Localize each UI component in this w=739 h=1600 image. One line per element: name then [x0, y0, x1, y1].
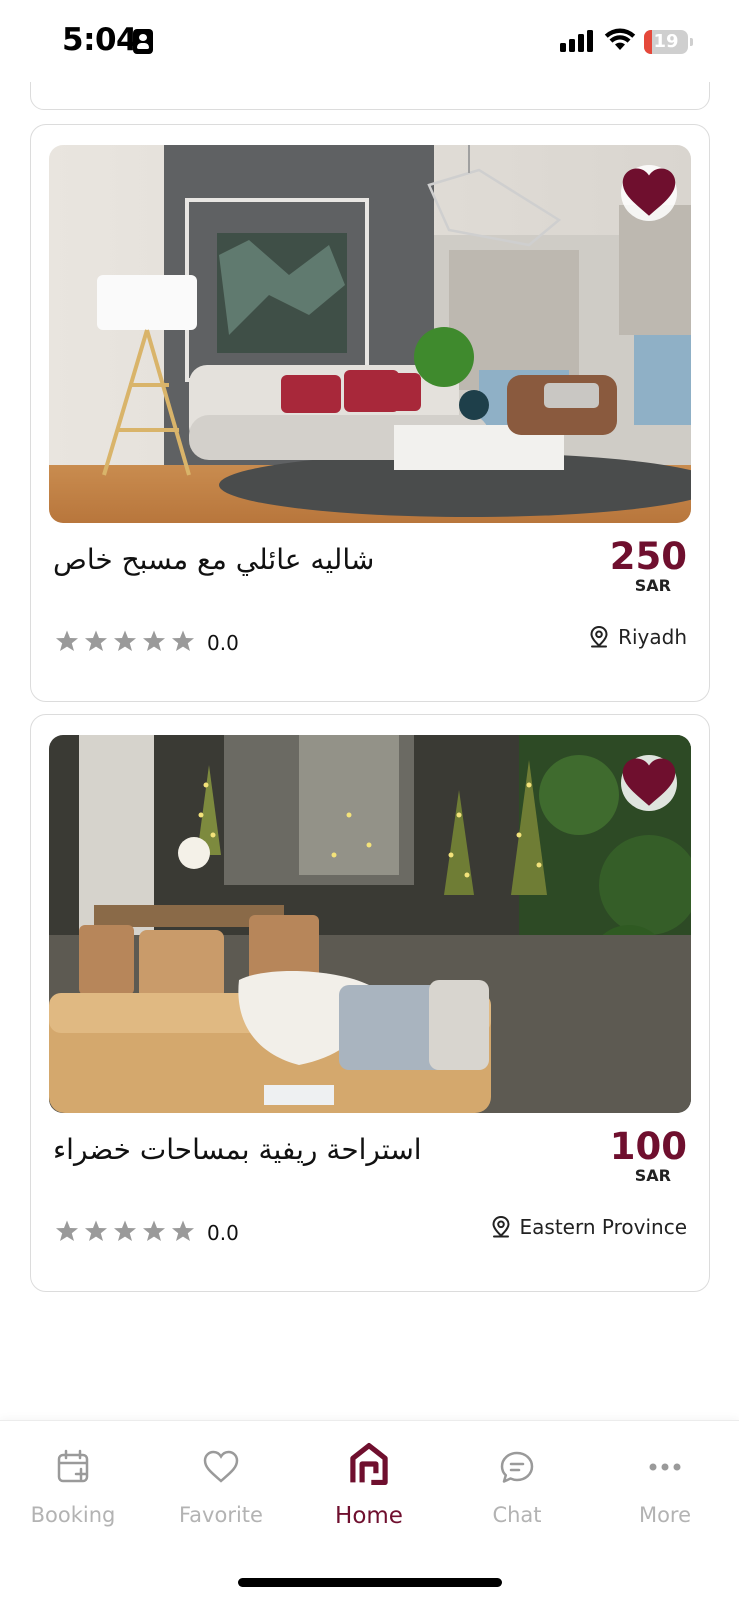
favorite-button[interactable]	[621, 165, 677, 221]
nav-item-chat[interactable]: Chat	[457, 1447, 577, 1527]
battery-level: 19	[653, 31, 679, 52]
price-amount: 100	[609, 1125, 687, 1168]
price-currency: SAR	[634, 1166, 671, 1185]
price-amount: 250	[609, 535, 687, 578]
star-icon	[172, 1220, 194, 1241]
favorite-button[interactable]	[621, 755, 677, 811]
nav-item-favorite[interactable]: Favorite	[161, 1447, 281, 1527]
listing-price: 250 SAR	[567, 535, 687, 596]
status-bar: 5:04 19	[0, 0, 739, 82]
nav-item-booking[interactable]: Booking	[13, 1447, 133, 1527]
battery-icon: 19	[644, 30, 694, 54]
star-icon	[85, 1220, 107, 1241]
star-icon	[56, 1220, 78, 1241]
location-pin-icon	[492, 1215, 510, 1238]
star-icon	[172, 630, 194, 651]
location-label: Riyadh	[618, 625, 687, 649]
nav-label: Booking	[30, 1503, 116, 1527]
status-time: 5:04	[62, 22, 138, 58]
home-indicator	[238, 1578, 502, 1587]
listing-title: شاليه عائلي مع مسبح خاص	[53, 543, 375, 576]
listing-photo[interactable]	[49, 145, 691, 523]
rating: 0.0	[55, 627, 239, 655]
star-icon	[114, 1220, 136, 1241]
more-dots-icon	[649, 1463, 681, 1471]
listing-location: Eastern Province	[490, 1215, 687, 1239]
location-label: Eastern Province	[519, 1215, 687, 1239]
living-room-photo	[49, 145, 691, 523]
listing-photo[interactable]	[49, 735, 691, 1113]
listing-card[interactable]: شاليه عائلي مع مسبح خاص 250 SAR 0.0 Riya…	[30, 124, 710, 702]
star-rating	[55, 1219, 195, 1243]
star-icon	[85, 630, 107, 651]
listing-title: استراحة ريفية بمساحات خضراء	[53, 1133, 422, 1166]
price-currency: SAR	[634, 576, 671, 595]
star-icon	[114, 630, 136, 651]
heart-filled-icon	[622, 758, 676, 806]
heart-outline-icon	[203, 1450, 239, 1483]
listing-price: 100 SAR	[567, 1125, 687, 1186]
star-icon	[56, 630, 78, 651]
nav-label: More	[638, 1503, 692, 1527]
star-icon	[143, 1220, 165, 1241]
calendar-plus-icon	[57, 1449, 89, 1483]
listing-card[interactable]: استراحة ريفية بمساحات خضراء 100 SAR 0.0 …	[30, 714, 710, 1292]
star-icon	[143, 630, 165, 651]
focus-mode-icon	[133, 29, 153, 54]
bottom-nav: Booking Favorite Home Chat More	[0, 1420, 739, 1600]
lounge-photo	[49, 735, 691, 1113]
star-rating	[55, 629, 195, 653]
chat-bubble-icon	[500, 1451, 534, 1483]
location-pin-icon	[590, 625, 608, 648]
nav-label: Chat	[492, 1503, 542, 1527]
heart-filled-icon	[622, 168, 676, 216]
wifi-icon	[604, 28, 636, 50]
nav-label: Home	[335, 1503, 403, 1529]
rating-value: 0.0	[207, 1221, 239, 1245]
nav-item-home[interactable]: Home	[309, 1443, 429, 1529]
nav-item-more[interactable]: More	[605, 1447, 725, 1527]
rating: 0.0	[55, 1217, 239, 1245]
home-icon	[350, 1443, 388, 1485]
cellular-signal-icon	[560, 30, 594, 52]
listing-location: Riyadh	[588, 625, 687, 649]
rating-value: 0.0	[207, 631, 239, 655]
nav-label: Favorite	[179, 1503, 263, 1527]
